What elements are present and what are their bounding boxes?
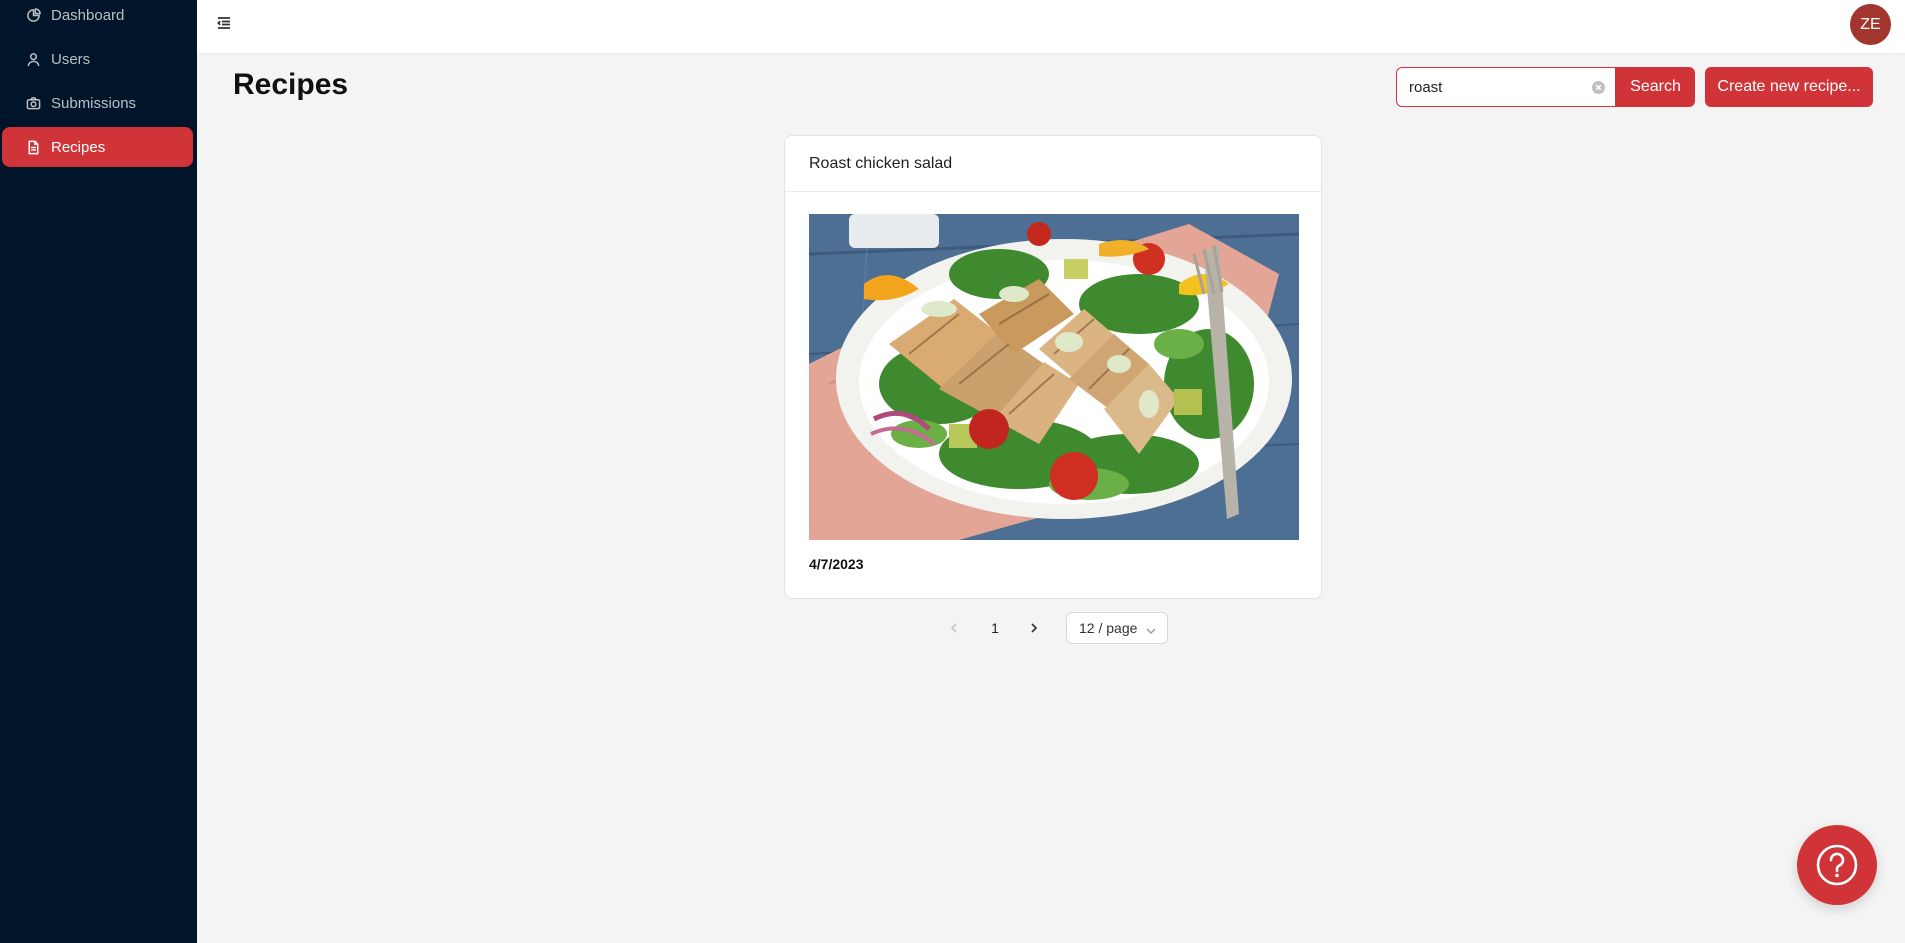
pagination-prev-button[interactable] [942,616,966,640]
sidebar-item-submissions[interactable]: Submissions [2,83,193,123]
sidebar-item-recipes[interactable]: Recipes [2,127,193,167]
search-button[interactable]: Search [1616,67,1695,107]
sidebar-item-users[interactable]: Users [2,39,193,79]
recipe-date: 4/7/2023 [809,556,864,572]
pagination-next-button[interactable] [1022,616,1046,640]
page-title: Recipes [233,68,349,101]
file-icon [25,139,41,155]
chevron-right-icon [1031,623,1038,633]
page-size-value: 12 / page [1079,620,1138,636]
camera-icon [25,95,41,111]
top-header: ZE [197,0,1905,54]
recipe-title: Roast chicken salad [809,155,953,172]
page-size-select[interactable]: 12 / page [1066,612,1168,644]
search-input[interactable] [1409,78,1584,96]
sidebar-item-label: Users [51,50,91,68]
sidebar: Dashboard Users Submissions Recipes [0,0,197,943]
sidebar-item-dashboard[interactable]: Dashboard [2,0,193,35]
recipe-image [809,214,1299,540]
pie-chart-icon [25,7,41,23]
sidebar-item-label: Recipes [51,138,106,156]
pagination-page-1[interactable]: 1 [986,616,1004,640]
menu-fold-icon[interactable] [215,14,233,32]
search-box [1396,67,1616,107]
sidebar-item-label: Dashboard [51,6,125,24]
create-recipe-button[interactable]: Create new recipe... [1705,67,1873,107]
question-icon [1816,844,1858,886]
chevron-down-icon [1146,623,1156,634]
help-button[interactable] [1797,825,1877,905]
user-icon [25,51,41,67]
card-divider [785,191,1321,192]
sidebar-item-label: Submissions [51,94,137,112]
recipe-card[interactable]: Roast chicken salad 4/7/2023 [784,135,1322,599]
chevron-left-icon [950,623,957,633]
clear-icon[interactable] [1592,81,1605,94]
avatar[interactable]: ZE [1850,4,1891,45]
